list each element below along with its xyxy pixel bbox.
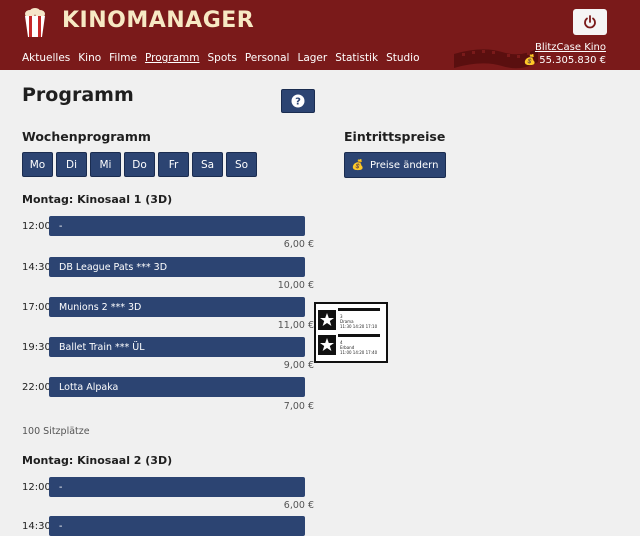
slot-time: 12:00 [22, 482, 51, 493]
slot-price: 6,00 € [283, 239, 314, 250]
seat-count: 100 Sitzplätze [22, 426, 90, 437]
day-button-mi[interactable]: Mi [90, 152, 121, 177]
slot-price: 10,00 € [277, 280, 314, 291]
slot-film-button[interactable]: - [49, 216, 305, 236]
slot-film-button[interactable]: Ballet Train *** ÜL [49, 337, 305, 357]
day-button-so[interactable]: So [226, 152, 257, 177]
app-brand[interactable]: KINOMANAGER [62, 8, 254, 33]
cinema-name-link[interactable]: BlitzCase Kino [535, 42, 606, 53]
slot-film-button[interactable]: DB League Pats *** 3D [49, 257, 305, 277]
day-button-mo[interactable]: Mo [22, 152, 53, 177]
prices-title: Eintrittspreise [344, 129, 446, 144]
main-nav: Aktuelles Kino Filme Programm Spots Pers… [22, 52, 420, 64]
nav-item-kino[interactable]: Kino [78, 52, 101, 64]
money-bag-icon: 💰 [523, 55, 537, 66]
week-program-title: Wochenprogramm [22, 129, 151, 144]
slot-time: 17:00 [22, 302, 51, 313]
nav-item-programm[interactable]: Programm [145, 52, 200, 64]
question-icon: ? [291, 94, 305, 108]
ticket-row-2: 4 Erband 11:00 14:20 17:40 [340, 340, 377, 355]
ticket-row-1: 3 Drama 11:30 14:20 17:10 [340, 314, 377, 329]
ticket-times: 11:30 14:20 17:10 [340, 324, 378, 329]
day-selector: Mo Di Mi Do Fr Sa So [22, 152, 257, 177]
slot-time: 22:00 [22, 382, 51, 393]
hall-title: Montag: Kinosaal 1 (3D) [22, 193, 173, 206]
nav-item-personal[interactable]: Personal [245, 52, 290, 64]
nav-item-aktuelles[interactable]: Aktuelles [22, 52, 70, 64]
page-title: Programm [22, 84, 134, 106]
change-prices-button[interactable]: 💰 Preise ändern [344, 152, 446, 178]
day-button-di[interactable]: Di [56, 152, 87, 177]
slot-time: 19:30 [22, 342, 51, 353]
nav-item-lager[interactable]: Lager [297, 52, 327, 64]
nav-item-studio[interactable]: Studio [386, 52, 419, 64]
top-header: KINOMANAGER Aktuelles Kino Filme Program… [0, 0, 640, 70]
money-balance: 💰 55.305.830 € [524, 55, 606, 66]
logout-button[interactable] [573, 9, 607, 35]
slot-film-button[interactable]: - [49, 477, 305, 497]
power-icon [584, 15, 596, 29]
slot-film-button[interactable]: Lotta Alpaka [49, 377, 305, 397]
help-button[interactable]: ? [281, 89, 315, 113]
slot-price: 6,00 € [283, 500, 314, 511]
day-button-fr[interactable]: Fr [158, 152, 189, 177]
day-button-do[interactable]: Do [124, 152, 155, 177]
slot-film-button[interactable]: - [49, 516, 305, 536]
nav-item-statistik[interactable]: Statistik [335, 52, 378, 64]
slot-film-button[interactable]: Munions 2 *** 3D [49, 297, 305, 317]
money-amount: 55.305.830 € [539, 55, 606, 66]
change-prices-label: Preise ändern [369, 159, 439, 171]
hall-title: Montag: Kinosaal 2 (3D) [22, 454, 173, 467]
slot-price: 7,00 € [283, 401, 314, 412]
popcorn-icon[interactable] [22, 8, 48, 38]
nav-item-spots[interactable]: Spots [208, 52, 237, 64]
ticket-preview[interactable]: 3 Drama 11:30 14:20 17:10 4 Erband 11:00… [314, 302, 388, 363]
svg-text:?: ? [295, 97, 301, 108]
slot-time: 12:00 [22, 221, 51, 232]
day-button-sa[interactable]: Sa [192, 152, 223, 177]
slot-price: 11,00 € [277, 320, 314, 331]
money-bag-icon: 💰 [351, 159, 364, 171]
ticket-times: 11:00 14:20 17:40 [340, 350, 378, 355]
slot-price: 9,00 € [283, 360, 314, 371]
slot-time: 14:30 [22, 262, 51, 273]
nav-item-filme[interactable]: Filme [109, 52, 137, 64]
slot-time: 14:30 [22, 521, 51, 532]
